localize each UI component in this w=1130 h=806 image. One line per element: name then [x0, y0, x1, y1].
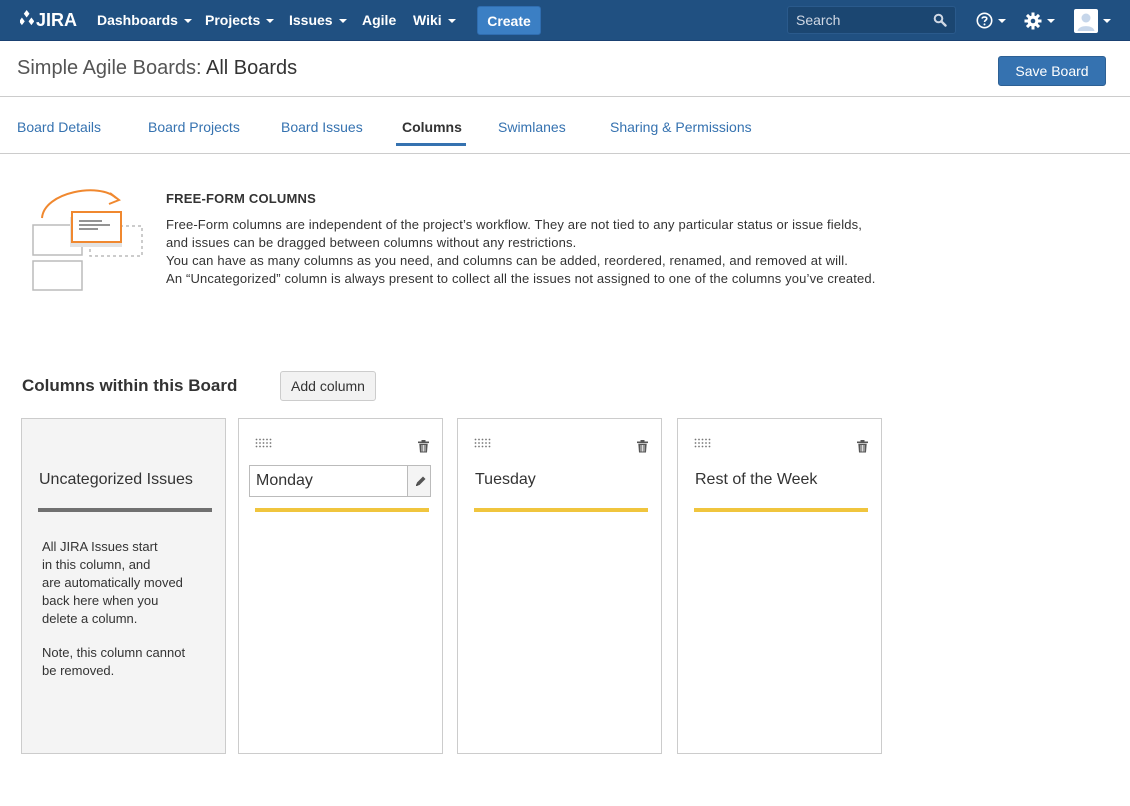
board-column — [238, 418, 443, 754]
tab-sharing-permissions[interactable]: Sharing & Permissions — [610, 119, 752, 135]
intro-heading: FREE-FORM COLUMNS — [166, 191, 316, 206]
admin-menu[interactable] — [1024, 0, 1055, 41]
column-name-input[interactable] — [250, 466, 408, 496]
tab-swimlanes[interactable]: Swimlanes — [498, 119, 566, 135]
user-menu[interactable] — [1074, 0, 1111, 41]
active-tab-indicator — [396, 143, 466, 146]
chevron-down-icon — [338, 19, 347, 23]
nav-wiki-label: Wiki — [413, 12, 442, 28]
column-divider — [474, 508, 648, 512]
tab-board-details[interactable]: Board Details — [17, 119, 101, 135]
nav-issues-label: Issues — [289, 12, 333, 28]
add-column-button[interactable]: Add column — [280, 371, 376, 401]
chevron-down-icon — [1103, 18, 1111, 23]
column-name[interactable]: Tuesday — [475, 471, 536, 489]
help-icon — [976, 12, 993, 29]
search-icon[interactable] — [933, 13, 947, 27]
chevron-down-icon — [1047, 18, 1055, 23]
chevron-down-icon — [447, 19, 456, 23]
help-menu[interactable] — [976, 0, 1006, 41]
nav-agile[interactable]: Agile — [362, 0, 396, 41]
page-title: Simple Agile Boards: All Boards — [17, 57, 297, 80]
nav-projects[interactable]: Projects — [205, 0, 275, 41]
column-divider — [38, 508, 212, 512]
create-button[interactable]: Create — [477, 6, 541, 35]
column-name[interactable]: Rest of the Week — [695, 471, 817, 489]
description-line: delete a column. — [42, 611, 138, 626]
board-column: Rest of the Week — [677, 418, 882, 754]
search-input[interactable] — [788, 7, 928, 33]
tab-columns[interactable]: Columns — [402, 119, 462, 135]
nav-wiki[interactable]: Wiki — [413, 0, 456, 41]
nav-dashboards[interactable]: Dashboards — [97, 0, 192, 41]
intro-text-line: You can have as many columns as you need… — [166, 253, 849, 268]
uncategorized-column: Uncategorized Issues All JIRA Issues sta… — [21, 418, 226, 754]
page-title-prefix: Simple Agile Boards: — [17, 57, 202, 79]
note-line: be removed. — [42, 663, 115, 678]
intro-text-line: and issues can be dragged between column… — [166, 235, 577, 250]
chevron-down-icon — [183, 19, 192, 23]
nav-projects-label: Projects — [205, 12, 261, 28]
intro-text-line: Free-Form columns are independent of the… — [166, 217, 863, 232]
page-header: Simple Agile Boards: All Boards — [0, 41, 1130, 97]
tab-board-issues[interactable]: Board Issues — [281, 119, 363, 135]
top-navigation-bar: JIRA Dashboards Projects Issues Agile Wi… — [0, 0, 1130, 41]
intro-text-line: An “Uncategorized” column is always pres… — [166, 271, 876, 286]
save-board-button[interactable]: Save Board — [998, 56, 1106, 86]
chevron-down-icon — [266, 19, 275, 23]
edit-column-button[interactable] — [407, 466, 430, 496]
jira-logo-icon — [19, 9, 35, 32]
pencil-icon — [416, 476, 426, 486]
board-column: Tuesday — [457, 418, 662, 754]
drag-handle-icon[interactable] — [694, 438, 712, 448]
description-line: back here when you — [42, 593, 159, 608]
drag-handle-icon[interactable] — [255, 438, 273, 448]
column-name-editor — [249, 465, 431, 497]
free-form-columns-illustration — [32, 189, 143, 291]
gear-icon — [1024, 12, 1042, 29]
description-line: in this column, and — [42, 557, 151, 572]
chevron-down-icon — [998, 18, 1006, 23]
jira-logo[interactable]: JIRA — [19, 9, 78, 32]
drag-handle-icon[interactable] — [474, 438, 492, 448]
description-line: are automatically moved — [42, 575, 183, 590]
nav-agile-label: Agile — [362, 12, 397, 28]
columns-section-title: Columns within this Board — [22, 376, 238, 395]
tab-board-projects[interactable]: Board Projects — [148, 119, 240, 135]
nav-issues[interactable]: Issues — [289, 0, 347, 41]
search-box — [787, 6, 956, 34]
user-avatar-icon — [1074, 8, 1098, 33]
uncategorized-column-name: Uncategorized Issues — [39, 471, 193, 488]
nav-dashboards-label: Dashboards — [97, 12, 178, 28]
trash-icon[interactable] — [857, 440, 868, 453]
trash-icon[interactable] — [418, 440, 429, 453]
column-divider — [255, 508, 429, 512]
trash-icon[interactable] — [637, 440, 648, 453]
column-divider — [694, 508, 868, 512]
note-line: Note, this column cannot — [42, 645, 186, 660]
uncategorized-description: All JIRA Issues start in this column, an… — [42, 538, 212, 680]
board-config-tabs: Board Details Board Projects Board Issue… — [0, 97, 1130, 154]
description-line: All JIRA Issues start — [42, 539, 158, 554]
page-title-main: All Boards — [206, 57, 298, 79]
jira-logo-text: JIRA — [36, 10, 78, 30]
